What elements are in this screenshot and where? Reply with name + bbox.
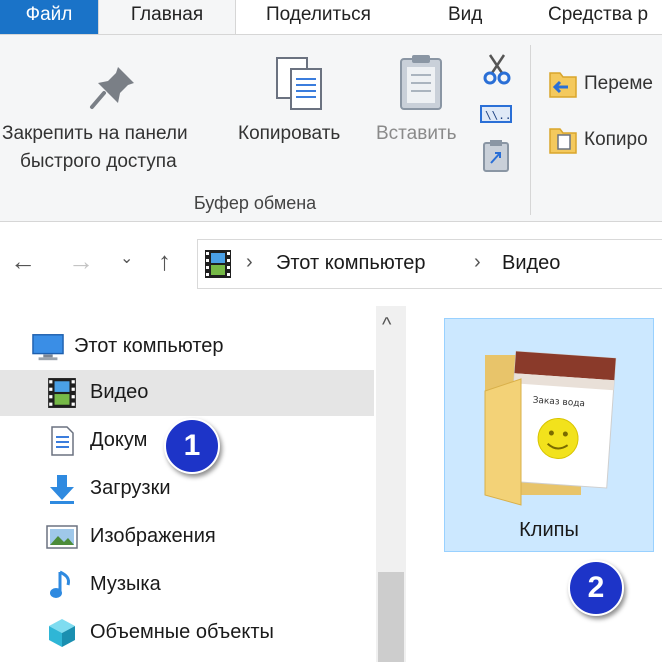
forward-arrow-icon[interactable]: → (68, 246, 94, 277)
pin-label-line2: быстрого доступа (20, 151, 177, 172)
scrollbar-thumb[interactable] (378, 572, 404, 662)
folder-item-clips[interactable]: Заказ вода Клипы (444, 318, 654, 552)
sidebar-item-label: Изображения (90, 525, 216, 547)
3d-cube-icon (49, 619, 75, 647)
sidebar-item-label: Объемные объекты (90, 621, 274, 643)
music-note-icon (50, 570, 70, 598)
copy-folder-icon (549, 128, 577, 154)
navigation-pane: Этот компьютер Видео Докум Загрузки Изоб… (0, 306, 376, 662)
sidebar-item-this-pc[interactable]: Этот компьютер (0, 324, 374, 370)
address-bar[interactable]: › Этот компьютер › Видео (197, 239, 662, 289)
breadcrumb-chevron-icon[interactable]: › (246, 251, 253, 274)
video-film-icon (205, 250, 231, 278)
tab-view[interactable]: Вид (448, 0, 482, 34)
navigation-bar: ← → ⌄ ↑ › Этот компьютер › Видео (0, 222, 662, 306)
copy-icon (276, 57, 322, 110)
sidebar-scrollbar[interactable]: ^ (376, 306, 406, 662)
monitor-icon (32, 334, 64, 361)
tab-home[interactable]: Главная (98, 0, 236, 35)
breadcrumb-chevron-icon[interactable]: › (474, 251, 481, 274)
folder-label: Клипы (519, 519, 579, 541)
copy-to-label: Копиро (584, 129, 648, 150)
clipboard-group-caption: Буфер обмена (193, 193, 317, 213)
ribbon-tabs: Файл Главная Поделиться Вид Средства р (0, 0, 662, 35)
paste-shortcut-icon[interactable] (482, 139, 510, 173)
move-to-label: Переме (584, 73, 653, 94)
download-arrow-icon (50, 475, 74, 504)
folder-with-preview-icon: Заказ вода (484, 350, 617, 506)
tab-tools[interactable]: Средства р (548, 0, 648, 34)
pin-label-line1: Закрепить на панели (2, 123, 188, 144)
recent-locations-chevron-icon[interactable]: ⌄ (120, 248, 133, 268)
tab-share[interactable]: Поделиться (266, 0, 371, 34)
video-film-icon (48, 378, 76, 408)
ribbon-separator (530, 45, 531, 215)
sidebar-item-label: Видео (90, 381, 149, 403)
breadcrumb-video[interactable]: Видео (502, 252, 560, 275)
sidebar-item-label: Докум (90, 429, 148, 451)
pin-icon (90, 67, 134, 109)
sidebar-item-label: Музыка (90, 573, 161, 595)
document-icon (51, 426, 74, 456)
scissors-cut-icon[interactable] (482, 53, 512, 85)
copy-label: Копировать (238, 123, 341, 144)
ribbon-home: Закрепить на панели быстрого доступа Коп… (0, 34, 662, 222)
copy-path-icon[interactable]: \\... (480, 103, 512, 125)
breadcrumb-this-pc[interactable]: Этот компьютер (276, 252, 426, 275)
up-arrow-icon[interactable]: ↑ (158, 246, 171, 277)
sidebar-item-label: Загрузки (90, 477, 171, 499)
scroll-up-chevron-icon[interactable]: ^ (382, 314, 391, 337)
annotation-badge-1: 1 (164, 418, 220, 474)
move-folder-icon (549, 72, 577, 98)
paste-label: Вставить (376, 123, 457, 144)
annotation-badge-2: 2 (568, 560, 624, 616)
sidebar-item-3d-objects[interactable]: Объемные объекты (0, 610, 374, 656)
sidebar-item-label: Этот компьютер (74, 335, 224, 357)
back-arrow-icon[interactable]: ← (10, 246, 36, 277)
sidebar-item-pictures[interactable]: Изображения (0, 514, 374, 560)
sidebar-item-music[interactable]: Музыка (0, 562, 374, 608)
svg-text:\\...: \\... (485, 109, 512, 122)
tab-file[interactable]: Файл (0, 0, 98, 34)
pictures-icon (46, 525, 78, 549)
clipboard-paste-icon (400, 55, 442, 110)
file-list-pane: Заказ вода Клипы (406, 306, 662, 662)
sidebar-item-video[interactable]: Видео (0, 370, 374, 416)
